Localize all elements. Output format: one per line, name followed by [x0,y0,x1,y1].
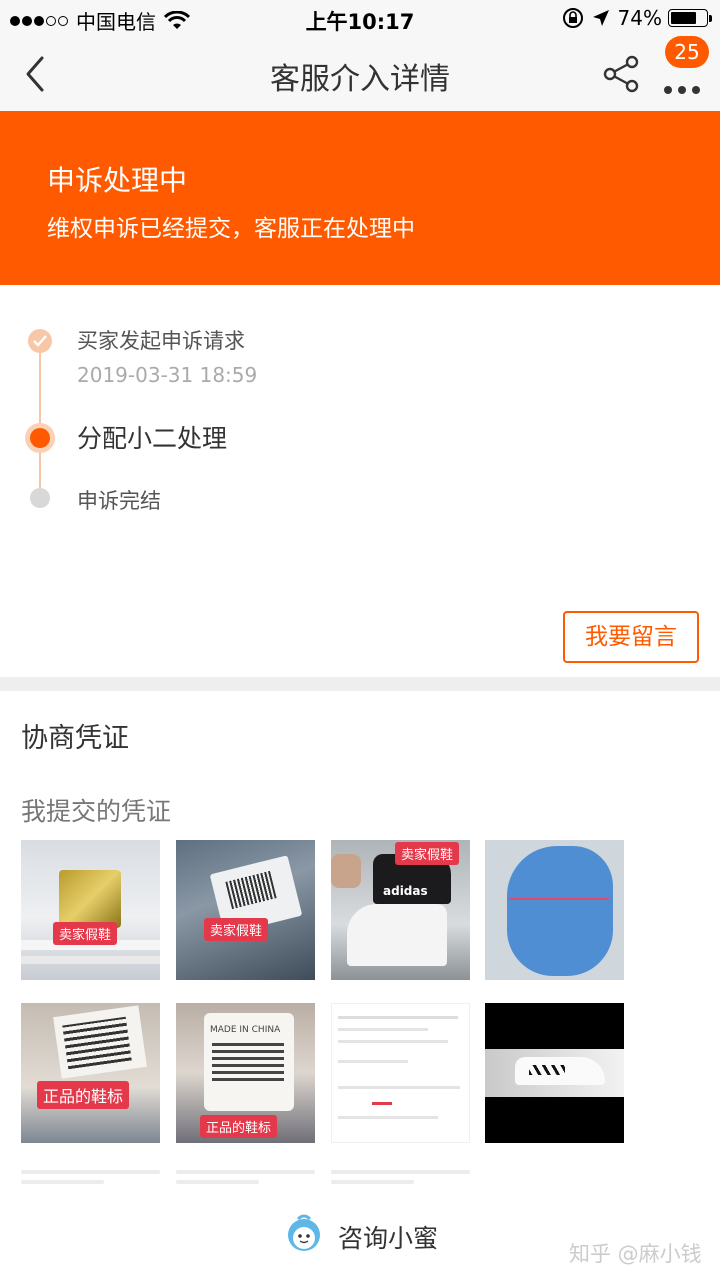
timeline-step-label: 申诉完结 [77,489,161,513]
status-banner: 申诉处理中 维权申诉已经提交，客服正在处理中 [0,111,720,285]
evidence-photo[interactable]: adidas 卖家假鞋 [331,840,470,980]
more-icon[interactable] [664,86,700,98]
label-text: MADE IN CHINA [210,1025,281,1035]
evidence-photo[interactable]: 正品的鞋标 [21,1003,160,1143]
section-divider [0,677,720,691]
photo-label: 正品的鞋标 [37,1081,130,1109]
share-icon[interactable] [602,54,642,94]
timeline-step-label: 买家发起申诉请求 [77,329,245,353]
status-bar: 中国电信 上午10:17 74% [0,0,720,36]
section-title: 协商凭证 [21,723,129,754]
check-icon [28,329,52,353]
consult-label: 咨询小蜜 [338,1224,439,1253]
timeline-line [39,341,41,499]
nav-bar: 客服介入详情 25 [0,36,720,111]
evidence-photo-partial [21,1164,160,1188]
current-step-dot-icon [25,423,55,453]
photo-label: 卖家假鞋 [395,842,460,865]
brand-logo-text: adidas [383,884,428,898]
evidence-photo-partial [331,1164,470,1188]
evidence-subtitle: 我提交的凭证 [21,797,172,826]
evidence-photo[interactable] [485,840,624,980]
leave-message-button[interactable]: 我要留言 [563,611,699,663]
progress-timeline: 买家发起申诉请求 2019-03-31 18:59 分配小二处理 申诉完结 我要… [0,285,720,677]
evidence-document-screenshot[interactable] [331,1003,470,1143]
location-icon [592,10,609,26]
watermark: 知乎 @麻小钱 [569,1242,702,1266]
photo-label: 卖家假鞋 [204,918,269,941]
rotation-lock-icon [562,8,583,28]
assistant-mascot-icon [288,1214,320,1251]
banner-subtitle: 维权申诉已经提交，客服正在处理中 [47,216,415,242]
evidence-video-thumbnail[interactable] [485,1003,624,1143]
banner-title: 申诉处理中 [47,164,188,197]
pending-step-dot-icon [30,488,50,508]
battery-icon [668,9,712,27]
evidence-photo-partial [176,1164,315,1188]
timeline-step-label-current: 分配小二处理 [77,424,228,453]
evidence-photo[interactable]: MADE IN CHINA 正品的鞋标 [176,1003,315,1143]
evidence-photo[interactable]: 卖家假鞋 [21,840,160,980]
battery-percent: 74% [617,6,662,30]
timeline-step-time: 2019-03-31 18:59 [77,363,258,387]
evidence-photo[interactable]: 卖家假鞋 [176,840,315,980]
photo-label: 正品的鞋标 [200,1115,278,1138]
photo-label: 卖家假鞋 [53,922,118,945]
status-right: 74% [562,6,712,30]
notification-badge: 25 [665,36,709,68]
